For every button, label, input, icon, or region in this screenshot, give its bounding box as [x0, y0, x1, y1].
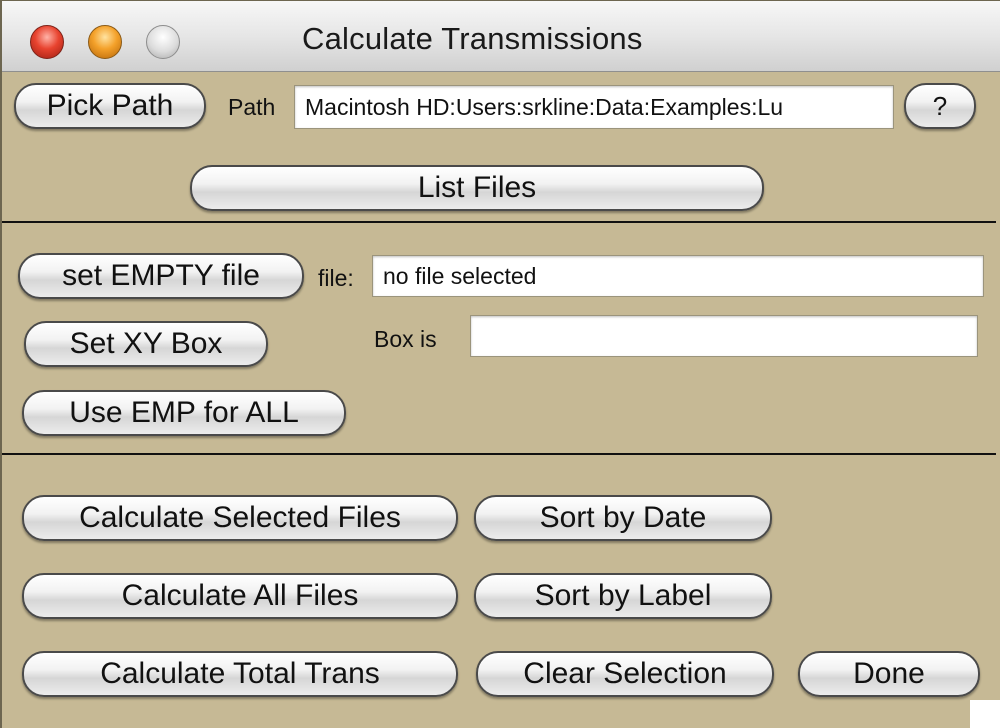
empty-file-field[interactable]: no file selected: [372, 255, 984, 297]
sort-by-date-button[interactable]: Sort by Date: [474, 495, 772, 541]
clear-selection-button[interactable]: Clear Selection: [476, 651, 774, 697]
sort-by-label-button[interactable]: Sort by Label: [474, 573, 772, 619]
file-label: file:: [318, 265, 354, 291]
path-label: Path: [228, 94, 276, 120]
calculate-transmissions-window: Calculate Transmissions Pick Path Path M…: [0, 0, 1000, 728]
minimize-window-icon[interactable]: [88, 25, 122, 59]
path-field[interactable]: Macintosh HD:Users:srkline:Data:Examples…: [294, 85, 894, 129]
set-xy-box-button[interactable]: Set XY Box: [24, 321, 268, 367]
window-corner: [970, 700, 1000, 728]
window-title: Calculate Transmissions: [302, 21, 643, 56]
calculate-total-trans-button[interactable]: Calculate Total Trans: [22, 651, 458, 697]
set-empty-file-button[interactable]: set EMPTY file: [18, 253, 304, 299]
pick-path-button[interactable]: Pick Path: [14, 83, 206, 129]
title-bar[interactable]: Calculate Transmissions: [2, 1, 1000, 72]
calculate-all-files-button[interactable]: Calculate All Files: [22, 573, 458, 619]
divider-bottom: [2, 453, 996, 455]
xy-box-field[interactable]: [470, 315, 978, 357]
list-files-button[interactable]: List Files: [190, 165, 764, 211]
zoom-window-icon[interactable]: [146, 25, 180, 59]
calculate-selected-files-button[interactable]: Calculate Selected Files: [22, 495, 458, 541]
divider-top: [2, 221, 996, 223]
help-button[interactable]: ?: [904, 83, 976, 129]
box-label: Box is: [374, 326, 437, 352]
close-window-icon[interactable]: [30, 25, 64, 59]
use-emp-for-all-button[interactable]: Use EMP for ALL: [22, 390, 346, 436]
done-button[interactable]: Done: [798, 651, 980, 697]
